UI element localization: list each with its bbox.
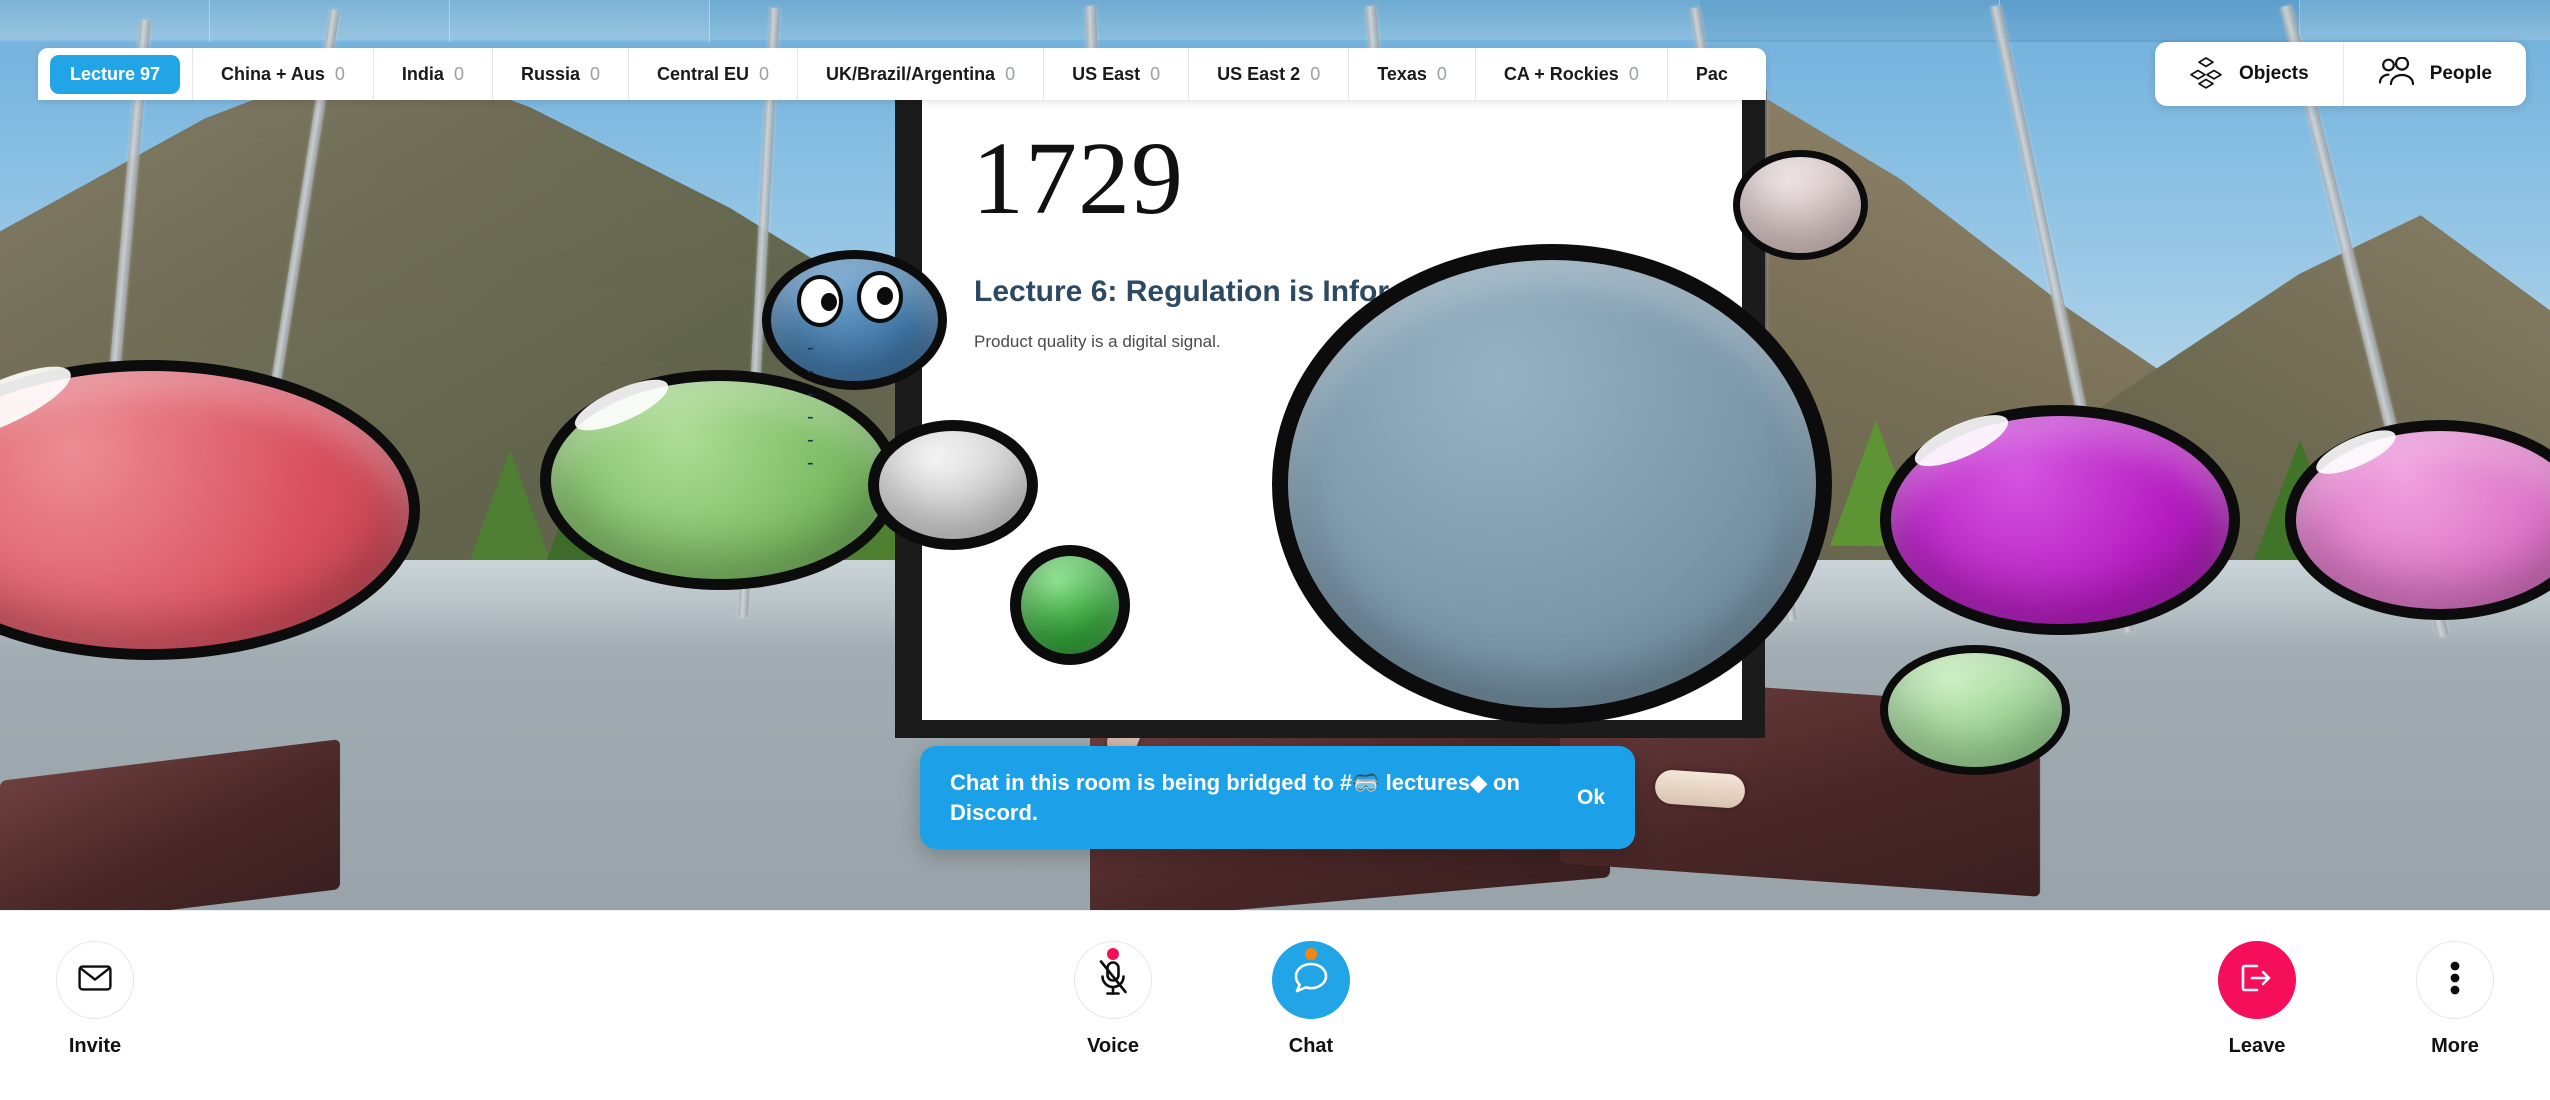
roof-pane [0, 0, 210, 42]
roof-pane [450, 0, 710, 42]
toolbar-center-group: Voice Chat [1054, 911, 1370, 1100]
mail-icon [78, 964, 112, 996]
avatar-big-slate-blob[interactable] [1272, 244, 1832, 724]
people-label: People [2429, 63, 2492, 84]
cubes-icon [2189, 55, 2223, 94]
tab-count: 0 [1005, 63, 1016, 84]
more-button[interactable]: More [2396, 911, 2514, 1058]
voice-button[interactable]: Voice [1054, 911, 1172, 1058]
avatar-mint-blob[interactable] [1880, 645, 2070, 775]
tab-count: 0 [1310, 63, 1321, 84]
leave-button[interactable]: Leave [2198, 911, 2316, 1058]
avatar-pupil-left [821, 293, 837, 311]
avatar-purple-blob[interactable] [1880, 405, 2240, 635]
chat-button[interactable]: Chat [1252, 911, 1370, 1058]
mic-muted-icon [1096, 959, 1130, 1002]
objects-button[interactable]: Objects [2155, 42, 2344, 106]
tab-lecture-97[interactable]: Lecture 97 [38, 48, 194, 100]
leave-circle[interactable] [2218, 941, 2296, 1019]
people-button[interactable]: People [2344, 42, 2526, 106]
tab-label: Russia [520, 63, 580, 84]
tab-us-east-2[interactable]: US East 2 0 [1189, 48, 1350, 100]
room-tab-bar[interactable]: Lecture 97 China + Aus 0 India 0 Russia … [38, 48, 1766, 100]
toolbar-left-group: Invite [36, 911, 154, 1100]
avatar-pupil-right [877, 287, 893, 305]
avatar-green-blob[interactable] [540, 370, 900, 590]
tab-count: 0 [1628, 63, 1639, 84]
avatar-small-green-blob[interactable] [1010, 545, 1130, 665]
exit-icon [2240, 963, 2274, 998]
voice-circle[interactable] [1074, 941, 1152, 1019]
bottom-toolbar: Invite Voice Chat Leave More [0, 910, 2550, 1100]
voice-label: Voice [1087, 1035, 1139, 1057]
chat-badge-dot [1305, 948, 1317, 960]
slide-title: Lecture 6: Regulation is Infor [974, 275, 1390, 308]
invite-label: Invite [68, 1035, 122, 1057]
tab-count: 0 [759, 63, 770, 84]
chat-circle[interactable] [1272, 941, 1350, 1019]
more-label: More [2431, 1035, 2479, 1057]
tab-label: US East [1072, 63, 1141, 84]
tab-label: UK/Brazil/Argentina [826, 63, 996, 84]
hubs-room-app: 1729 Lecture 6: Regulation is Infor Prod… [0, 0, 2550, 1100]
tab-label: Central EU [657, 63, 750, 84]
toast-message: Chat in this room is being bridged to #🥽… [950, 770, 1520, 825]
dots-vertical-icon [2450, 961, 2460, 1000]
tab-lecture-97-label: Lecture 97 [50, 54, 181, 94]
chat-bubble-icon [1292, 960, 1330, 1001]
tab-china-aus[interactable]: China + Aus 0 [193, 48, 374, 100]
discord-bridge-toast[interactable]: Chat in this room is being bridged to #🥽… [920, 746, 1635, 850]
tab-central-eu[interactable]: Central EU 0 [629, 48, 799, 100]
avatar-eye-left [797, 275, 843, 327]
toolbar-right-group: Leave More [2198, 911, 2514, 1100]
tab-label: Pac [1695, 63, 1728, 84]
tab-texas[interactable]: Texas 0 [1349, 48, 1476, 100]
tab-label: CA + Rockies [1503, 63, 1619, 84]
tab-ca-rockies[interactable]: CA + Rockies 0 [1476, 48, 1668, 100]
slide-number: 1729 [972, 121, 1184, 236]
tab-pacific[interactable]: Pac [1668, 48, 1766, 100]
avatar-tan-blob[interactable] [1733, 150, 1868, 260]
tab-label: Texas [1377, 63, 1427, 84]
invite-circle[interactable] [56, 941, 134, 1019]
avatar-gray-blob[interactable] [868, 420, 1038, 550]
tab-count: 0 [589, 63, 600, 84]
tab-us-east[interactable]: US East 0 [1044, 48, 1190, 100]
avatar-mouth: ------ [807, 337, 818, 474]
tab-count: 0 [1436, 63, 1447, 84]
invite-button[interactable]: Invite [36, 911, 154, 1058]
cushion-pill [1653, 768, 1747, 810]
tab-count: 0 [453, 63, 464, 84]
tab-label: US East 2 [1217, 63, 1301, 84]
objects-people-panel[interactable]: Objects People [2154, 42, 2526, 106]
slide-subtitle: Product quality is a digital signal. [974, 332, 1221, 351]
tab-label: China + Aus [221, 63, 325, 84]
avatar-blue-face-blob[interactable]: ------ [762, 250, 947, 474]
tab-india[interactable]: India 0 [374, 48, 493, 100]
toast-ok-button[interactable]: Ok [1577, 786, 1605, 810]
tab-count: 0 [1150, 63, 1161, 84]
roof-pane [2000, 0, 2300, 42]
tab-uk-brazil-argentina[interactable]: UK/Brazil/Argentina 0 [798, 48, 1045, 100]
tab-russia[interactable]: Russia 0 [493, 48, 629, 100]
people-icon [2378, 55, 2414, 92]
chat-label: Chat [1288, 1035, 1334, 1057]
roof-pane [1700, 0, 2000, 42]
objects-label: Objects [2238, 63, 2309, 84]
tab-count: 0 [334, 63, 345, 84]
more-circle[interactable] [2416, 941, 2494, 1019]
leave-label: Leave [2228, 1035, 2286, 1057]
avatar-eye-right [857, 271, 903, 323]
voice-badge-dot [1107, 948, 1119, 960]
tab-label: India [401, 63, 444, 84]
